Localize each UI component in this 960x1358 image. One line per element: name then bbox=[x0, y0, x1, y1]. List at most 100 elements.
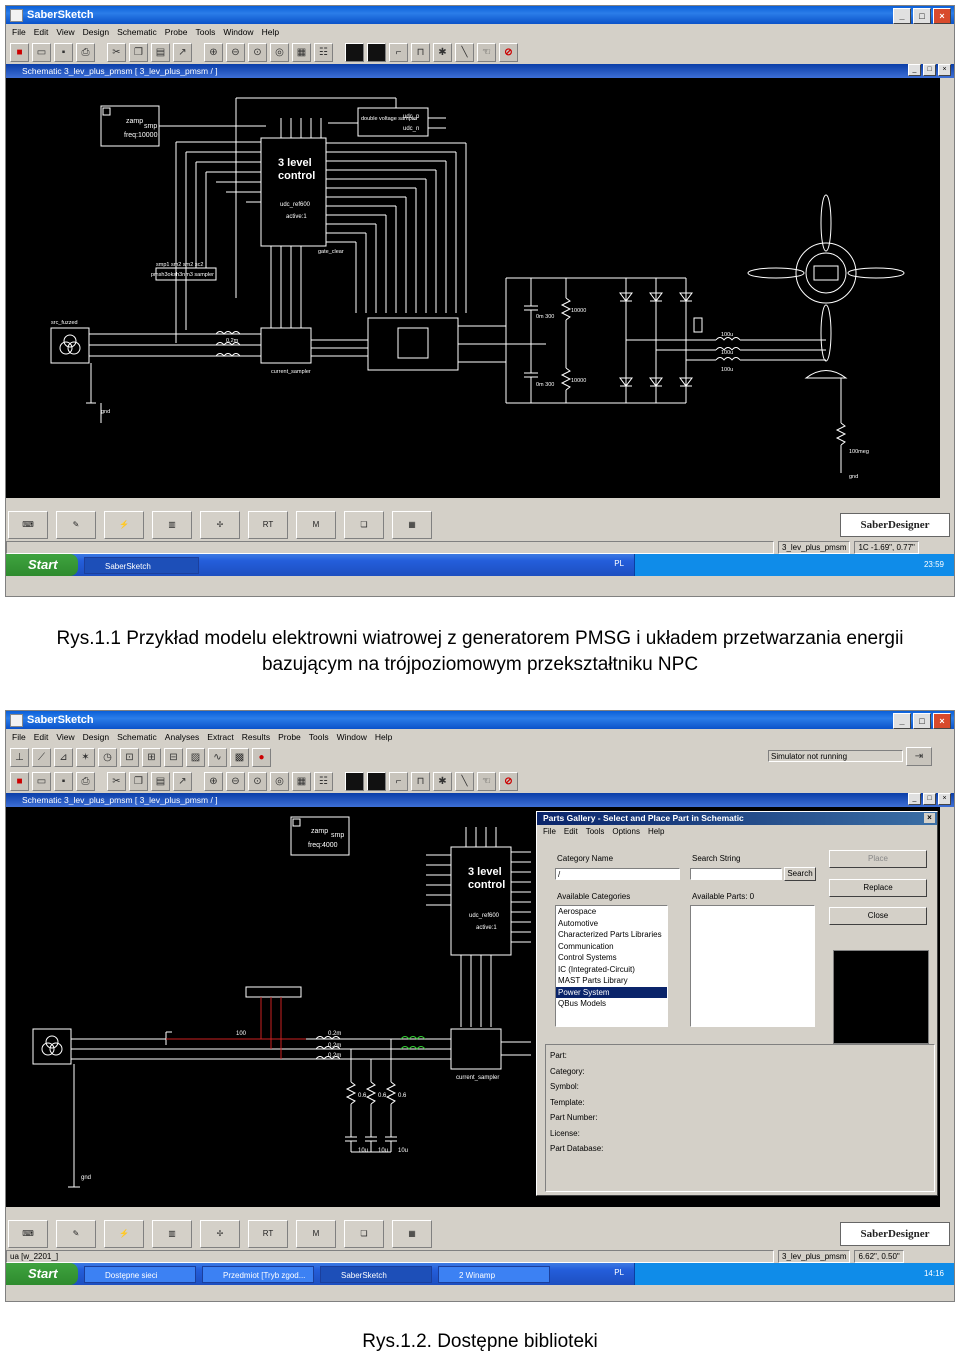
task-sabersketch[interactable]: SaberSketch bbox=[84, 556, 199, 574]
zoom-in-icon[interactable]: ⊕ bbox=[204, 771, 223, 791]
wave-icon[interactable]: ∿ bbox=[208, 747, 227, 767]
menu-schematic[interactable]: Schematic bbox=[117, 27, 157, 37]
minimize-button[interactable]: _ bbox=[893, 713, 911, 729]
save-icon[interactable]: ▪ bbox=[54, 771, 73, 791]
horizontal-scrollbar[interactable] bbox=[6, 1207, 954, 1219]
print-icon[interactable]: ⎙ bbox=[76, 771, 95, 791]
category-item[interactable]: Communication bbox=[556, 941, 667, 953]
report-icon[interactable]: ❏ bbox=[344, 511, 384, 539]
doc-close-button[interactable]: × bbox=[938, 64, 951, 76]
stop-simulation-icon[interactable]: ● bbox=[252, 747, 271, 767]
save-icon[interactable]: ▪ bbox=[54, 42, 73, 62]
print-icon[interactable]: ⎙ bbox=[76, 42, 95, 62]
fan-icon[interactable]: ✢ bbox=[200, 511, 240, 539]
task-przedmiot[interactable]: Przedmiot [Tryb zgod... bbox=[202, 1265, 314, 1283]
zoom-area-icon[interactable]: ◎ bbox=[270, 42, 289, 62]
zoom-in-icon[interactable]: ⊕ bbox=[204, 42, 223, 62]
schematic-canvas[interactable]: zamp smp freq:4000 3 level control udc_r… bbox=[6, 807, 954, 1207]
stop-icon[interactable]: ■ bbox=[10, 42, 29, 62]
hand-icon[interactable]: ☜ bbox=[477, 42, 496, 62]
copy-icon[interactable]: ❐ bbox=[129, 771, 148, 791]
no-wire-icon[interactable]: ⊘ bbox=[499, 42, 518, 62]
parts-listbox[interactable] bbox=[690, 905, 815, 1027]
minimize-button[interactable]: _ bbox=[893, 8, 911, 24]
clock-icon[interactable]: ◷ bbox=[98, 747, 117, 767]
replace-button[interactable]: Replace bbox=[829, 879, 927, 897]
task-winamp[interactable]: 2 Winamp bbox=[438, 1265, 550, 1283]
menu-probe[interactable]: Probe bbox=[278, 732, 301, 742]
pulse-icon[interactable]: ⊓ bbox=[411, 42, 430, 62]
scope-icon[interactable]: ⊟ bbox=[164, 747, 183, 767]
maximize-button[interactable]: □ bbox=[913, 8, 931, 24]
probe-icon[interactable]: ✱ bbox=[433, 771, 452, 791]
black-box-icon[interactable] bbox=[345, 42, 364, 62]
categories-listbox[interactable]: Aerospace Automotive Characterized Parts L… bbox=[555, 905, 668, 1027]
menu-file[interactable]: File bbox=[12, 732, 26, 742]
task-dostepne-sieci[interactable]: Dostępne sieci bbox=[84, 1265, 196, 1283]
map-icon[interactable]: M bbox=[296, 511, 336, 539]
vertical-scrollbar[interactable] bbox=[940, 78, 954, 498]
cut-icon[interactable]: ✂ bbox=[107, 42, 126, 62]
frequency-icon[interactable]: ▥ bbox=[152, 511, 192, 539]
schematic-canvas[interactable]: zamp smp freq:10000 double voltage sampl… bbox=[6, 78, 954, 498]
pulse-icon[interactable]: ⊓ bbox=[411, 771, 430, 791]
saber-rt-icon[interactable]: RT bbox=[248, 1220, 288, 1248]
grid-icon[interactable]: ☷ bbox=[314, 771, 333, 791]
paste-icon[interactable]: ▤ bbox=[151, 771, 170, 791]
dc-icon[interactable]: ⊥ bbox=[10, 747, 29, 767]
zoom-out-icon[interactable]: ⊖ bbox=[226, 42, 245, 62]
search-button[interactable]: Search bbox=[784, 867, 816, 881]
category-name-input[interactable]: / bbox=[555, 868, 680, 880]
probe-icon[interactable]: ✱ bbox=[433, 42, 452, 62]
start-button[interactable]: Start bbox=[6, 554, 78, 576]
horizontal-scrollbar[interactable] bbox=[6, 498, 954, 510]
menu-results[interactable]: Results bbox=[242, 732, 270, 742]
doc-minimize-button[interactable]: _ bbox=[908, 793, 921, 805]
pen-icon[interactable]: ✎ bbox=[56, 1220, 96, 1248]
menu-design[interactable]: Design bbox=[83, 732, 109, 742]
menu-view[interactable]: View bbox=[56, 27, 74, 37]
language-indicator[interactable]: PL bbox=[614, 559, 624, 568]
maximize-button[interactable]: □ bbox=[913, 713, 931, 729]
stop-icon[interactable]: ■ bbox=[10, 771, 29, 791]
keyboard-icon[interactable]: ⌨ bbox=[8, 1220, 48, 1248]
graph-icon[interactable]: ▨ bbox=[186, 747, 205, 767]
menu-edit[interactable]: Edit bbox=[34, 732, 49, 742]
task-sabersketch[interactable]: SaberSketch bbox=[320, 1265, 432, 1283]
category-item[interactable]: QBus Models bbox=[556, 998, 667, 1010]
symbol-box-icon[interactable] bbox=[367, 42, 386, 62]
category-item[interactable]: Control Systems bbox=[556, 952, 667, 964]
close-button[interactable]: × bbox=[933, 8, 951, 24]
menu-edit[interactable]: Edit bbox=[34, 27, 49, 37]
no-wire-icon[interactable]: ⊘ bbox=[499, 771, 518, 791]
category-item[interactable]: Power System bbox=[556, 986, 667, 998]
doc-minimize-button[interactable]: _ bbox=[908, 64, 921, 76]
transient-icon[interactable]: ⟋ bbox=[32, 747, 51, 767]
report-icon[interactable]: ❏ bbox=[344, 1220, 384, 1248]
language-indicator[interactable]: PL bbox=[614, 1268, 624, 1277]
measure-icon[interactable]: ▩ bbox=[230, 747, 249, 767]
cut-icon[interactable]: ✂ bbox=[107, 771, 126, 791]
hand-icon[interactable]: ☜ bbox=[477, 771, 496, 791]
dialog-menu-help[interactable]: Help bbox=[648, 827, 664, 836]
layers-icon[interactable]: ▦ bbox=[292, 771, 311, 791]
dialog-menu-edit[interactable]: Edit bbox=[564, 827, 578, 836]
wire-icon[interactable]: ↗ bbox=[173, 42, 192, 62]
pen-icon[interactable]: ✎ bbox=[56, 511, 96, 539]
dialog-menu-file[interactable]: File bbox=[543, 827, 556, 836]
zoom-fit-icon[interactable]: ⊙ bbox=[248, 42, 267, 62]
category-item[interactable]: Aerospace bbox=[556, 906, 667, 918]
copy-icon[interactable]: ❐ bbox=[129, 42, 148, 62]
menu-schematic[interactable]: Schematic bbox=[117, 732, 157, 742]
open-icon[interactable]: ▭ bbox=[32, 42, 51, 62]
zoom-area-icon[interactable]: ◎ bbox=[270, 771, 289, 791]
stats-icon[interactable]: ✶ bbox=[76, 747, 95, 767]
frequency-icon[interactable]: ▥ bbox=[152, 1220, 192, 1248]
saber-rt-icon[interactable]: RT bbox=[248, 511, 288, 539]
grid-icon[interactable]: ☷ bbox=[314, 42, 333, 62]
category-item[interactable]: IC (Integrated-Circuit) bbox=[556, 964, 667, 976]
start-button[interactable]: Start bbox=[6, 1263, 78, 1285]
category-item[interactable]: Automotive bbox=[556, 918, 667, 930]
menu-extract[interactable]: Extract bbox=[207, 732, 233, 742]
close-dialog-button[interactable]: Close bbox=[829, 907, 927, 925]
